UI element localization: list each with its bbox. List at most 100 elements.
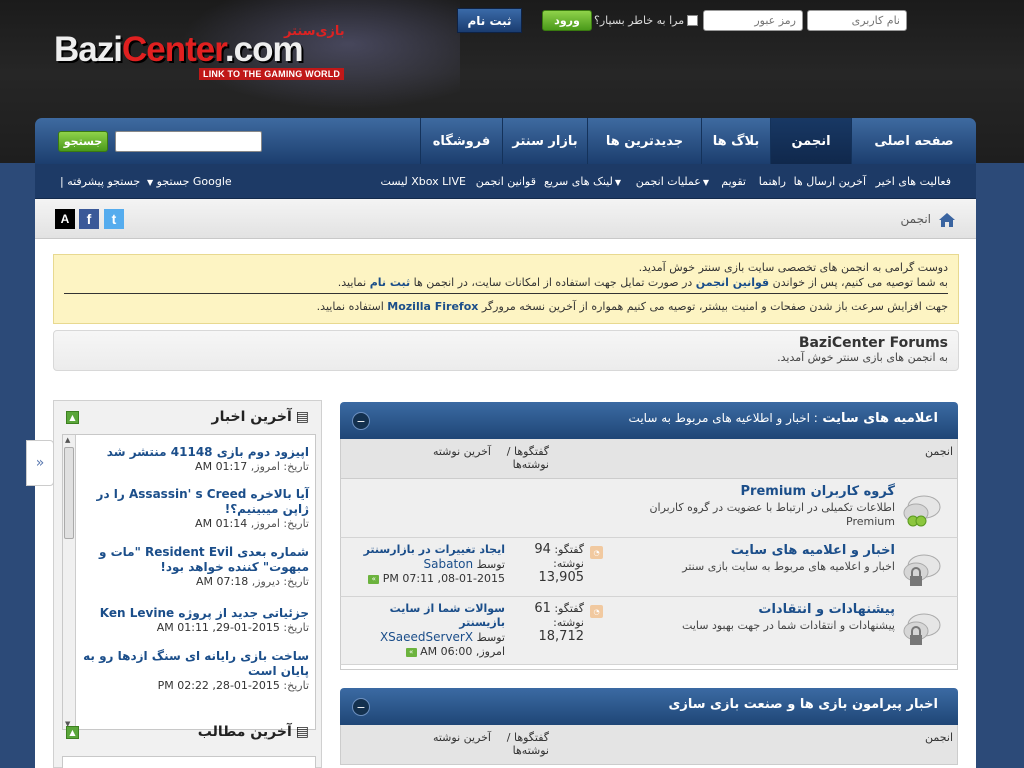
breadcrumb: انجمن A f t xyxy=(35,199,976,239)
collapse-news-icon[interactable]: ▲ xyxy=(66,411,79,424)
register-link[interactable]: ثبت نام xyxy=(370,276,410,289)
subnav-calendar[interactable]: تقویم xyxy=(721,175,746,188)
tab-forum[interactable]: انجمن xyxy=(770,118,851,164)
collapse-icon[interactable]: − xyxy=(352,412,370,430)
forum-name[interactable]: گروه کاربران Premium xyxy=(741,484,895,499)
category-footer xyxy=(340,665,958,670)
last-post-title[interactable]: ایجاد تغییرات در بازارسنتر xyxy=(350,543,505,557)
forum-row[interactable]: گروه کاربران Premium اطلاعات تکمیلی در ا… xyxy=(340,479,958,538)
forum-desc: اطلاعات تکمیلی در ارتباط با عضویت در گرو… xyxy=(649,501,895,528)
last-post: ایجاد تغییرات در بازارسنتر توسط Sabaton … xyxy=(350,543,505,586)
column-header: انجمن گفتگوها / نوشته‌ها آخرین نوشته xyxy=(340,725,958,765)
font-size-icon[interactable]: A xyxy=(55,209,75,229)
document-icon: ▤ xyxy=(295,409,309,425)
search-input[interactable] xyxy=(115,131,262,152)
col-forum: انجمن xyxy=(925,445,953,458)
subnav-latest-posts[interactable]: آخرین ارسال ها xyxy=(794,175,866,188)
search-button[interactable]: جستجو xyxy=(58,131,108,152)
site-logo[interactable]: بازی‌سنتر BaziCenter.com LINK TO THE GAM… xyxy=(54,24,354,84)
forum-row[interactable]: پیشنهادات و انتقادات پیشنهادات و انتقادا… xyxy=(340,597,958,665)
home-icon[interactable] xyxy=(938,212,956,228)
tab-store[interactable]: فروشگاه xyxy=(420,118,502,164)
forum-desc: اخبار و اعلامیه های مربوط به سایت بازی س… xyxy=(682,560,895,573)
notice-divider xyxy=(64,293,948,294)
scroll-thumb[interactable] xyxy=(64,447,74,539)
subnav-help[interactable]: راهنما xyxy=(759,175,786,188)
subnav-recent-activity[interactable]: فعالیت های اخیر xyxy=(876,175,951,188)
news-item[interactable]: اپیزود دوم بازی 41148 منتشر شد تاریخ: ام… xyxy=(81,445,309,473)
news-block-title: ▤ آخرین اخبار xyxy=(211,409,309,425)
welcome-notice: دوست گرامی به انجمن های تخصصی سایت بازی … xyxy=(53,254,959,324)
news-item[interactable]: شماره بعدی Resident Evil "مات و مبهوت" ک… xyxy=(81,545,309,588)
breadcrumb-forum[interactable]: انجمن xyxy=(901,212,932,226)
forum-desc: پیشنهادات و انتقادات شما در جهت بهبود سا… xyxy=(682,619,895,632)
forum-name[interactable]: پیشنهادات و انتقادات xyxy=(758,602,895,617)
forum-stats: گفتگو: 94 نوشته: 13,905 xyxy=(534,542,584,585)
subnav-forum-actions[interactable]: عملیات انجمن ▼ xyxy=(636,175,709,188)
forum-locked-icon xyxy=(903,554,941,586)
tab-newest[interactable]: جدیدترین ها xyxy=(587,118,701,164)
collapse-icon[interactable]: − xyxy=(352,698,370,716)
news-item[interactable]: آیا بالاخره Assassin' s Creed را در ژاپن… xyxy=(81,487,309,530)
forum-title-box: BaziCenter Forums به انجمن های بازی سنتر… xyxy=(53,330,959,371)
username-input[interactable] xyxy=(807,10,907,31)
col-last-post: آخرین نوشته xyxy=(432,445,491,458)
notice-line2: به شما توصیه می کنیم، پس از خواندن قوانی… xyxy=(337,276,948,289)
remember-me[interactable]: مرا به خاطر بسپار؟ xyxy=(594,14,699,27)
rss-icon[interactable]: ◔ xyxy=(590,546,603,559)
news-item[interactable]: جزئیاتی جدید از پروژه Ken Levine تاریخ: … xyxy=(81,606,309,634)
main-navbar: جستجو فروشگاه بازار سنتر جدیدترین ها بلا… xyxy=(35,118,976,164)
rss-icon[interactable]: ◔ xyxy=(590,605,603,618)
go-to-post-icon[interactable]: » xyxy=(405,647,417,657)
last-post-user[interactable]: XSaeedServerX xyxy=(380,630,473,644)
sidebar-toggle-icon[interactable]: » xyxy=(26,440,54,486)
tab-market[interactable]: بازار سنتر xyxy=(502,118,587,164)
last-post: سوالات شما از سایت بازیسنتر توسط XSaeedS… xyxy=(350,602,505,659)
document-icon: ▤ xyxy=(295,724,309,740)
col-stats: گفتگوها / نوشته‌ها xyxy=(506,445,549,471)
subnav-quick-links[interactable]: لینک های سریع ▼ xyxy=(544,175,621,188)
twitter-icon[interactable]: t xyxy=(104,209,124,229)
firefox-link[interactable]: Mozilla Firefox xyxy=(387,300,478,313)
chevron-down-icon: ▼ xyxy=(147,178,154,187)
tab-blogs[interactable]: بلاگ ها xyxy=(701,118,770,164)
go-to-post-icon[interactable]: » xyxy=(368,574,380,584)
column-header: انجمن گفتگوها / نوشته‌ها آخرین نوشته xyxy=(340,439,958,479)
remember-checkbox[interactable] xyxy=(687,15,699,26)
subnav-forum-rules[interactable]: قوانین انجمن xyxy=(476,175,536,188)
category-header: اخبار پیرامون بازی ها و صنعت بازی سازی − xyxy=(340,688,958,725)
recent-block-title: ▤ آخرین مطالب xyxy=(197,724,309,740)
subnav-advanced-search[interactable]: | جستجو پیشرفته xyxy=(60,175,140,188)
forum-stats: گفتگو: 61 نوشته: 18,712 xyxy=(534,601,584,644)
password-input[interactable] xyxy=(703,10,803,31)
forum-row[interactable]: اخبار و اعلامیه های سایت اخبار و اعلامیه… xyxy=(340,538,958,597)
chevron-down-icon: ▼ xyxy=(702,178,709,187)
logo-tagline: LINK TO THE GAMING WORLD xyxy=(199,68,345,80)
notice-line1: دوست گرامی به انجمن های تخصصی سایت بازی … xyxy=(638,261,948,274)
col-last-post: آخرین نوشته xyxy=(432,731,491,744)
news-item[interactable]: ساخت بازی رایانه ای سنگ ازدها رو به پایا… xyxy=(81,649,309,692)
forum-name[interactable]: اخبار و اعلامیه های سایت xyxy=(731,543,895,558)
recent-list xyxy=(62,756,316,768)
scroll-up-icon[interactable]: ▲ xyxy=(65,436,70,444)
collapse-recent-icon[interactable]: ▲ xyxy=(66,726,79,739)
col-forum: انجمن xyxy=(925,731,953,744)
last-post-user[interactable]: Sabaton xyxy=(424,557,474,571)
forum-group-icon xyxy=(903,495,941,527)
last-post-title[interactable]: سوالات شما از سایت بازیسنتر xyxy=(350,602,505,630)
register-button[interactable]: ثبت نام xyxy=(457,8,522,33)
tab-home[interactable]: صفحه اصلی xyxy=(851,118,976,164)
facebook-icon[interactable]: f xyxy=(79,209,99,229)
news-scrollbar[interactable]: ▲ ▼ xyxy=(63,435,76,729)
subnav-xbox-live-list[interactable]: لیست Xbox LIVE xyxy=(380,175,466,188)
chevron-down-icon: ▼ xyxy=(614,178,621,187)
logo-text: BaziCenter.com xyxy=(54,30,304,69)
forum-rules-link[interactable]: قوانین انجمن xyxy=(696,276,769,289)
forum-locked-icon xyxy=(903,613,941,645)
category-title: اخبار پیرامون بازی ها و صنعت بازی سازی xyxy=(668,697,938,712)
login-button[interactable]: ورود xyxy=(542,10,592,31)
news-list: ▲ ▼ اپیزود دوم بازی 41148 منتشر شد تاریخ… xyxy=(62,434,316,730)
sidebar: ▲ ▤ آخرین اخبار ▲ ▼ اپیزود دوم بازی 4114… xyxy=(53,400,322,768)
subnav-google-search[interactable]: ▼ جستجو Google xyxy=(145,175,232,188)
page-subtitle: به انجمن های بازی سنتر خوش آمدید. xyxy=(777,351,948,364)
